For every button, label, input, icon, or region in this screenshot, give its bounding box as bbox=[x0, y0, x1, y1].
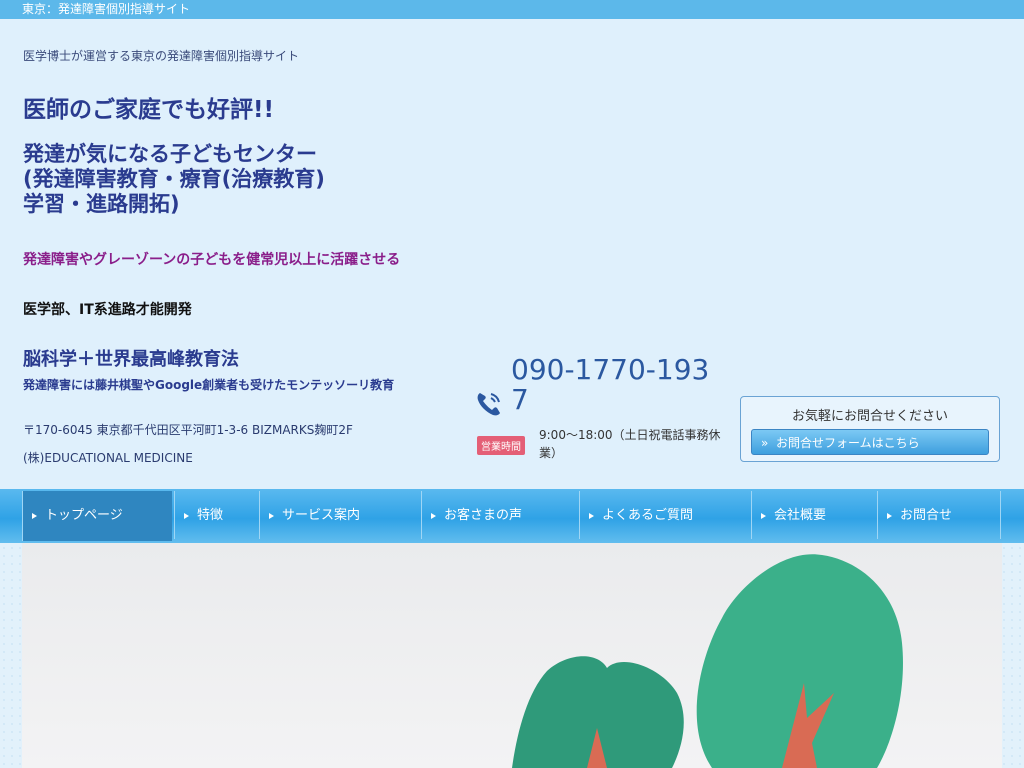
main-nav: トップページ 特徴 サービス案内 お客さまの声 よくあるご質問 会社概要 お問合… bbox=[0, 489, 1024, 543]
contact-form-button[interactable]: お問合せフォームはこちら bbox=[751, 429, 989, 456]
nav-item-faq[interactable]: よくあるご質問 bbox=[579, 491, 751, 539]
purple-tagline: 発達障害やグレーゾーンの子どもを健常児以上に活躍させる bbox=[23, 252, 401, 268]
contact-label: お気軽にお問合せください bbox=[791, 409, 948, 424]
clay-trees-illustration bbox=[512, 554, 903, 768]
method-title: 脳科学＋世界最高峰教育法 bbox=[23, 349, 239, 370]
nav-item-company[interactable]: 会社概要 bbox=[751, 491, 877, 539]
tagline: 医学博士が運営する東京の発達障害個別指導サイト bbox=[23, 49, 300, 63]
top-bar: 東京：発達障害個別指導サイト bbox=[0, 0, 1024, 19]
site-title: 東京：発達障害個別指導サイト bbox=[22, 2, 191, 16]
phone-icon bbox=[474, 389, 504, 419]
business-hours: 9:00〜18:00（土日祝電話事務休業） bbox=[539, 428, 721, 460]
nav-item-contact[interactable]: お問合せ bbox=[877, 491, 1001, 539]
nav-item-services[interactable]: サービス案内 bbox=[259, 491, 421, 539]
center-title-line-3[interactable]: 学習・進路開拓) bbox=[23, 192, 180, 217]
nav-item-voices[interactable]: お客さまの声 bbox=[421, 491, 579, 539]
phone-number[interactable]: 090-1770-1937 bbox=[511, 355, 723, 415]
nav-item-top[interactable]: トップページ bbox=[22, 491, 172, 541]
career-tagline: 医学部、IT系進路才能開発 bbox=[23, 302, 192, 318]
hero-image bbox=[22, 543, 1002, 768]
center-title-line-1[interactable]: 発達が気になる子どもセンター bbox=[23, 142, 317, 167]
method-subtitle: 発達障害には藤井棋聖やGoogle創業者も受けたモンテッソーリ教育 bbox=[23, 378, 395, 392]
center-title-line-2[interactable]: (発達障害教育・療育(治療教育) bbox=[23, 167, 325, 192]
company-name: (株)EDUCATIONAL MEDICINE bbox=[23, 451, 193, 465]
headline[interactable]: 医師のご家庭でも好評!! bbox=[23, 90, 274, 124]
contact-box: お気軽にお問合せください お問合せフォームはこちら bbox=[740, 396, 1000, 462]
address: 〒170-6045 東京都千代田区平河町1-3-6 BIZMARKS麹町2F bbox=[23, 423, 353, 437]
hours-badge: 営業時間 bbox=[477, 436, 525, 455]
nav-item-features[interactable]: 特徴 bbox=[174, 491, 258, 539]
